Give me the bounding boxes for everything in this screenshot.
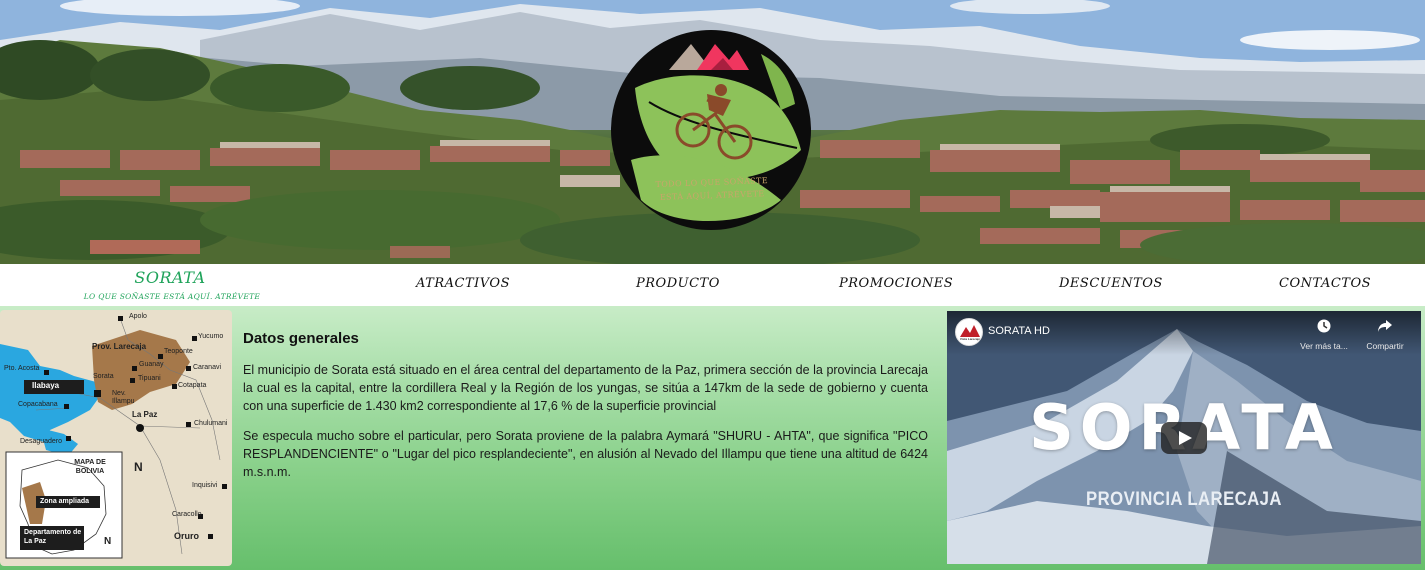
nav-link-promociones[interactable]: PROMOCIONES <box>839 276 953 291</box>
nav-link-atractivos[interactable]: ATRACTIVOS <box>416 276 510 291</box>
map-label-pto-acosta: Pto. Acosta <box>4 365 40 372</box>
share-button[interactable]: Compartir <box>1353 319 1417 351</box>
map-label-apolo: Apolo <box>129 313 147 320</box>
map-label-inquisivi: Inquisivi <box>192 482 218 489</box>
map-label-departamento-la-paz: Departamento de La Paz <box>24 529 82 545</box>
map-label-desaguadero: Desaguadero <box>20 438 63 445</box>
map-label-guanay: Guanay <box>139 361 164 368</box>
nav-link-descuentos[interactable]: DESCUENTOS <box>1059 276 1163 291</box>
channel-avatar[interactable]: Vista Larecaja <box>955 318 983 346</box>
brand-title[interactable]: SORATA <box>110 268 230 287</box>
map-label-zona-ampliada: Zona ampliada <box>40 498 90 505</box>
map-label-caracollo: Caracollo <box>172 511 202 518</box>
map-label-sorata: Sorata <box>93 373 114 380</box>
hero-banner: TODO LO QUE SOÑASTE ESTÁ AQUÍ, ATRÉVETE <box>0 0 1425 264</box>
watch-later-label: Ver más ta... <box>1300 341 1348 351</box>
article-heading: Datos generales <box>243 330 359 347</box>
main-navigation: SORATA LO QUE SOÑASTE ESTÁ AQUÍ. ATRÉVET… <box>0 264 1425 306</box>
map-label-prov-larecaja: Prov. Larecaja <box>92 342 147 351</box>
article-paragraph-2: Se especula mucho sobre el particular, p… <box>243 429 928 479</box>
brand-tagline: LO QUE SOÑASTE ESTÁ AQUÍ. ATRÉVETE <box>83 292 261 301</box>
map-label-cotapata: Cotapata <box>178 382 207 389</box>
map-label-caranavi: Caranavi <box>193 364 222 371</box>
map-label-copacabana: Copacabana <box>18 401 58 408</box>
map-label-chulumani: Chulumani <box>194 420 228 427</box>
channel-avatar-text: Vista Larecaja <box>959 337 981 341</box>
map-label-yucumo: Yucumo <box>198 333 224 340</box>
region-map-image: Apolo Yucumo Prov. Larecaja Teoponte Pto… <box>0 310 232 566</box>
map-label-mapa-de-bolivia: MAPA DE BOLIVIA <box>74 459 106 475</box>
video-overlay-subtitle: PROVINCIA LARECAJA <box>1086 489 1282 510</box>
main-content: Apolo Yucumo Prov. Larecaja Teoponte Pto… <box>0 306 1425 570</box>
embedded-video-player[interactable]: Vista Larecaja SORATA HD Ver más ta... C… <box>947 311 1421 564</box>
map-north-icon: N <box>134 460 143 474</box>
share-arrow-icon <box>1353 319 1417 337</box>
map-label-nev-illampu: Nev. Illampu <box>112 390 135 405</box>
nav-link-contactos[interactable]: CONTACTOS <box>1279 276 1371 291</box>
video-title[interactable]: SORATA HD <box>988 325 1050 337</box>
logo-caption: TODO LO QUE SOÑASTE ESTÁ AQUÍ, ATRÉVETE <box>655 176 769 202</box>
article-paragraph-1: El municipio de Sorata está situado en e… <box>243 363 928 413</box>
nav-link-producto[interactable]: PRODUCTO <box>636 276 720 291</box>
map-label-teoponte: Teoponte <box>164 348 193 355</box>
map-inset-north-icon: N <box>104 536 112 547</box>
map-label-tipuani: Tipuani <box>138 375 161 382</box>
watch-later-button[interactable]: Ver más ta... <box>1292 319 1356 351</box>
general-info-article: Datos generales El municipio de Sorata e… <box>243 330 928 493</box>
play-button[interactable] <box>1161 422 1207 454</box>
map-label-la-paz: La Paz <box>132 410 158 419</box>
map-label-oruro: Oruro <box>174 531 200 541</box>
clock-icon <box>1292 319 1356 337</box>
share-label: Compartir <box>1366 341 1404 351</box>
map-label-ilabaya: Ilabaya <box>32 381 60 390</box>
